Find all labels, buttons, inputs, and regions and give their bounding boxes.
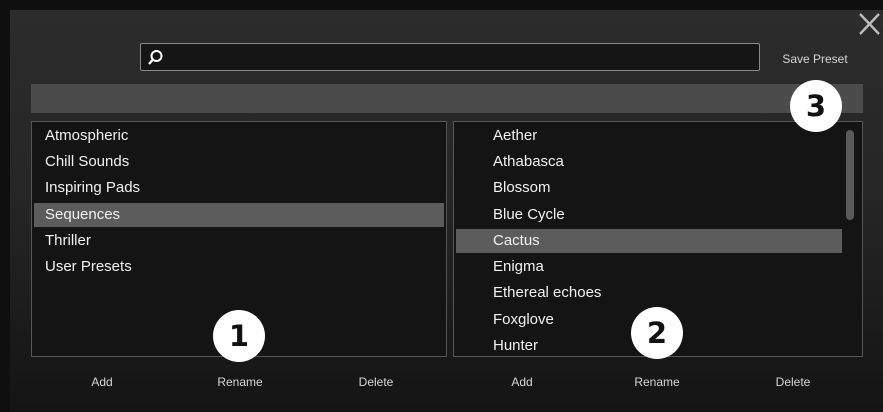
save-preset-button[interactable]: Save Preset — [772, 50, 858, 68]
header-bar — [31, 84, 863, 113]
delete-category-button[interactable]: Delete — [346, 373, 406, 391]
list-item[interactable]: Blue Cycle — [456, 203, 842, 227]
search-field[interactable] — [140, 43, 760, 71]
list-item[interactable]: User Presets — [34, 255, 444, 279]
list-item[interactable]: Enigma — [456, 255, 842, 279]
add-category-button[interactable]: Add — [72, 373, 132, 391]
add-preset-button[interactable]: Add — [492, 373, 552, 391]
close-button[interactable] — [856, 10, 883, 38]
callout-badge-1: 1 — [213, 310, 265, 362]
list-item-selected[interactable]: Cactus — [456, 229, 842, 253]
callout-badge-2: 2 — [631, 307, 683, 359]
list-item[interactable]: Ethereal echoes — [456, 281, 842, 305]
callout-badge-3: 3 — [790, 80, 842, 132]
list-item[interactable]: Chill Sounds — [34, 150, 444, 174]
list-item[interactable]: Thriller — [34, 229, 444, 253]
list-item[interactable]: Inspiring Pads — [34, 176, 444, 200]
list-item[interactable]: Atmospheric — [34, 124, 444, 148]
list-item[interactable]: Aether — [456, 124, 842, 148]
list-item[interactable]: Athabasca — [456, 150, 842, 174]
rename-preset-button[interactable]: Rename — [621, 373, 693, 391]
search-icon — [148, 50, 163, 65]
scrollbar-thumb[interactable] — [846, 130, 854, 220]
list-item-selected[interactable]: Sequences — [34, 203, 444, 227]
search-input[interactable] — [167, 46, 752, 68]
list-item[interactable]: Blossom — [456, 176, 842, 200]
rename-category-button[interactable]: Rename — [204, 373, 276, 391]
close-icon — [859, 13, 880, 35]
delete-preset-button[interactable]: Delete — [763, 373, 823, 391]
